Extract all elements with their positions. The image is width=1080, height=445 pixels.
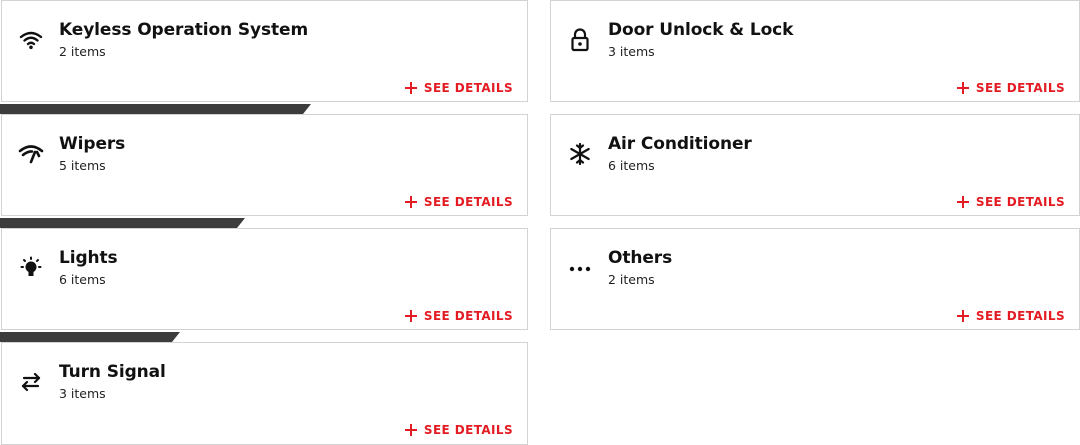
plus-icon bbox=[404, 82, 417, 94]
see-details-button[interactable]: SEE DETAILS bbox=[404, 81, 513, 95]
see-details-button[interactable]: SEE DETAILS bbox=[404, 195, 513, 209]
plus-icon bbox=[404, 310, 417, 322]
see-details-label: SEE DETAILS bbox=[423, 309, 513, 323]
snowflake-icon bbox=[567, 141, 593, 167]
card-title: Wipers bbox=[59, 134, 126, 154]
see-details-label: SEE DETAILS bbox=[423, 195, 513, 209]
progress-bar bbox=[0, 104, 311, 114]
card-item-count: 6 items bbox=[59, 272, 106, 287]
plus-icon bbox=[404, 196, 417, 208]
card-lights[interactable]: Lights 6 items SEE DETAILS bbox=[1, 228, 528, 330]
see-details-button[interactable]: SEE DETAILS bbox=[404, 309, 513, 323]
card-air-conditioner[interactable]: Air Conditioner 6 items SEE DETAILS bbox=[550, 114, 1080, 216]
swap-arrows-icon bbox=[18, 369, 44, 395]
see-details-label: SEE DETAILS bbox=[975, 81, 1065, 95]
lightbulb-icon bbox=[18, 255, 44, 281]
padlock-icon bbox=[567, 27, 593, 53]
wiper-icon bbox=[18, 141, 44, 167]
plus-icon bbox=[956, 310, 969, 322]
card-title: Keyless Operation System bbox=[59, 20, 309, 40]
card-title: Door Unlock & Lock bbox=[608, 20, 794, 40]
see-details-label: SEE DETAILS bbox=[423, 423, 513, 437]
see-details-button[interactable]: SEE DETAILS bbox=[956, 195, 1065, 209]
plus-icon bbox=[404, 424, 417, 436]
card-wipers[interactable]: Wipers 5 items SEE DETAILS bbox=[1, 114, 528, 216]
see-details-button[interactable]: SEE DETAILS bbox=[404, 423, 513, 437]
wifi-icon bbox=[18, 27, 44, 53]
card-item-count: 3 items bbox=[59, 386, 106, 401]
card-title: Turn Signal bbox=[59, 362, 166, 382]
feature-grid: Keyless Operation System 2 items SEE DET… bbox=[0, 0, 1080, 445]
see-details-button[interactable]: SEE DETAILS bbox=[956, 309, 1065, 323]
card-item-count: 3 items bbox=[608, 44, 655, 59]
card-turn-signal[interactable]: Turn Signal 3 items SEE DETAILS bbox=[1, 342, 528, 445]
card-item-count: 6 items bbox=[608, 158, 655, 173]
card-item-count: 2 items bbox=[59, 44, 106, 59]
plus-icon bbox=[956, 82, 969, 94]
see-details-label: SEE DETAILS bbox=[975, 195, 1065, 209]
card-item-count: 5 items bbox=[59, 158, 106, 173]
card-keyless-operation-system[interactable]: Keyless Operation System 2 items SEE DET… bbox=[1, 0, 528, 102]
see-details-label: SEE DETAILS bbox=[423, 81, 513, 95]
more-dots-icon bbox=[567, 255, 593, 281]
see-details-label: SEE DETAILS bbox=[975, 309, 1065, 323]
card-others[interactable]: Others 2 items SEE DETAILS bbox=[550, 228, 1080, 330]
card-door-unlock-lock[interactable]: Door Unlock & Lock 3 items SEE DETAILS bbox=[550, 0, 1080, 102]
see-details-button[interactable]: SEE DETAILS bbox=[956, 81, 1065, 95]
card-item-count: 2 items bbox=[608, 272, 655, 287]
card-title: Air Conditioner bbox=[608, 134, 752, 154]
progress-bar bbox=[0, 218, 245, 228]
card-title: Lights bbox=[59, 248, 118, 268]
card-title: Others bbox=[608, 248, 673, 268]
progress-bar bbox=[0, 332, 180, 342]
plus-icon bbox=[956, 196, 969, 208]
